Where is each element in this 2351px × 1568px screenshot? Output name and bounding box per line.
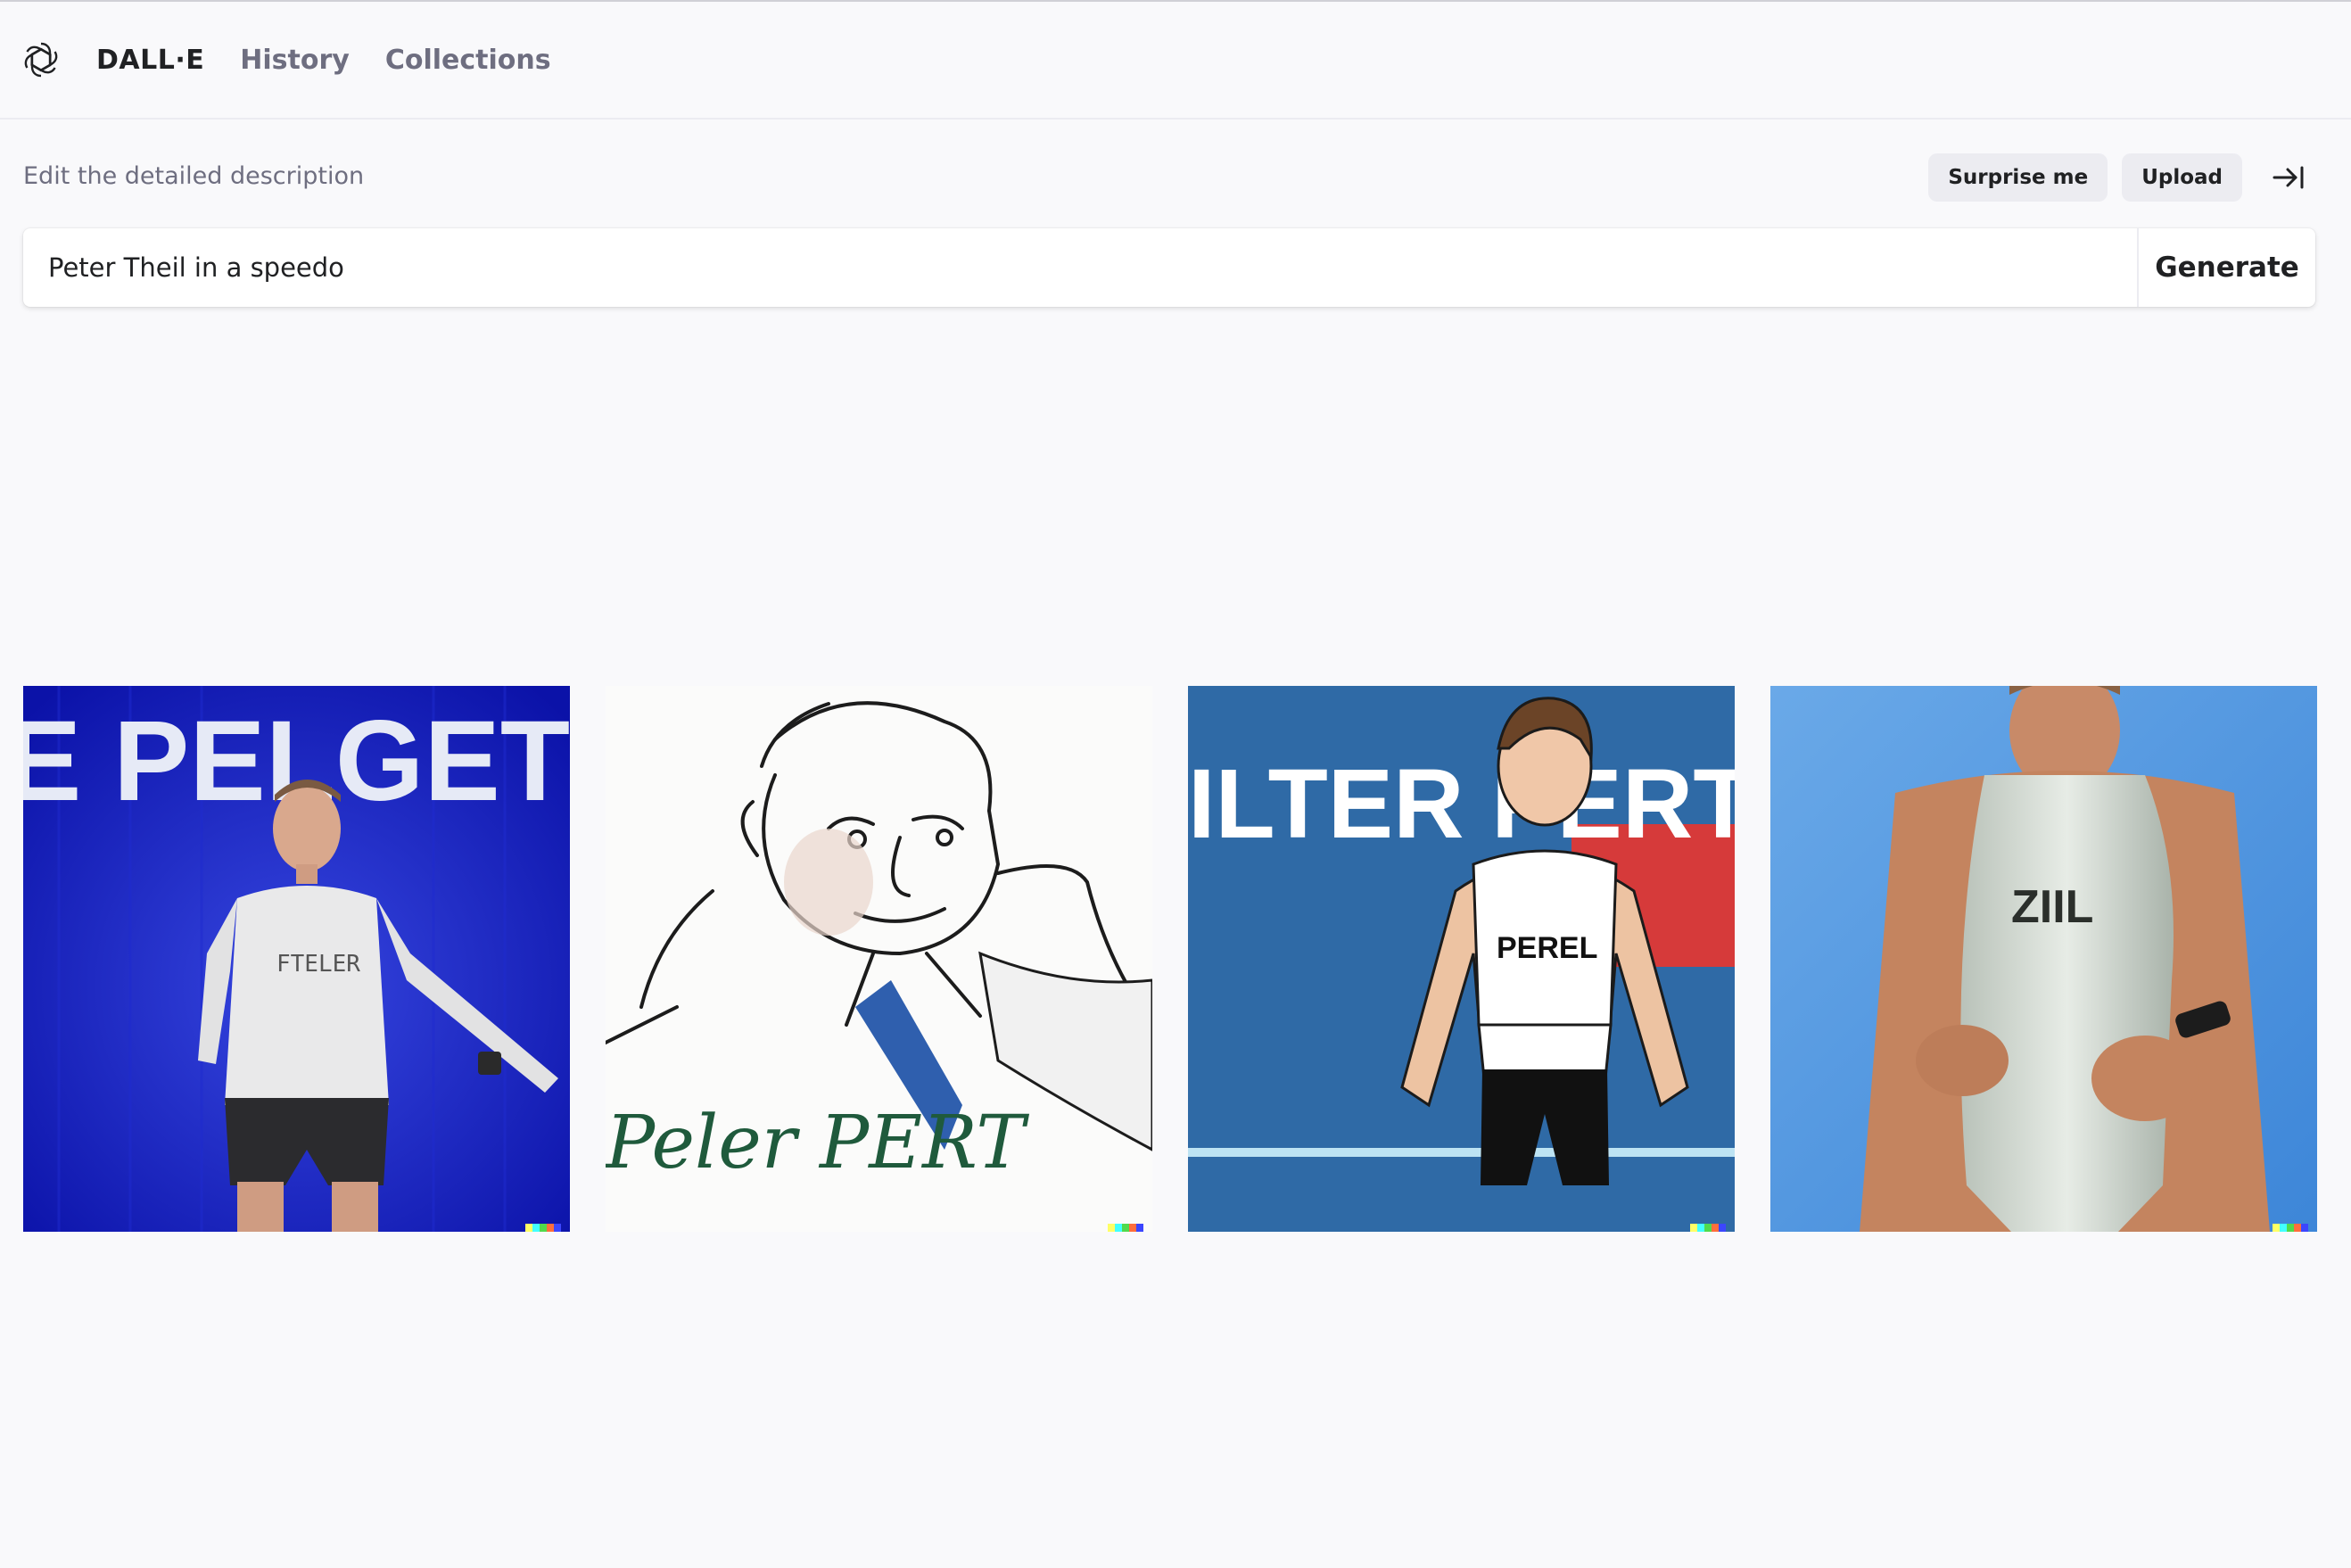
signature-mark [525, 1224, 561, 1232]
results-grid: E PELGET FTELER Peler PERT ILTER PERT PE… [23, 686, 2317, 1232]
result-image-4[interactable]: ZIIL [1770, 686, 2317, 1232]
nav-collections-link[interactable]: Collections [385, 45, 551, 76]
sketch-caption-line: Peler PERT [606, 1101, 1029, 1185]
upload-button[interactable]: Upload [2122, 153, 2242, 202]
signature-mark [1690, 1224, 1726, 1232]
prompt-bar: Generate [23, 228, 2315, 307]
openai-logo-icon[interactable] [21, 40, 61, 79]
prompt-input[interactable] [23, 228, 2137, 307]
shirt-text: PEREL [1497, 931, 1597, 965]
result-image-2[interactable]: Peler PERT [606, 686, 1152, 1232]
prompt-actions: Surprise me Upload [1928, 153, 2314, 202]
arrow-to-right-bar-icon[interactable] [2264, 153, 2314, 202]
top-nav: DALL·E History Collections [0, 0, 2351, 120]
brand-link[interactable]: DALL·E [96, 45, 204, 76]
signature-mark [2273, 1224, 2308, 1232]
result-image-1[interactable]: E PELGET FTELER [23, 686, 570, 1232]
signature-mark [1108, 1224, 1143, 1232]
shirt-text: ZIIL [2011, 881, 2093, 933]
result-image-3[interactable]: ILTER PERT PEREL [1188, 686, 1735, 1232]
prompt-label: Edit the detailed description [23, 162, 365, 190]
sketch-caption: Peler PERT [606, 1101, 1029, 1185]
backdrop-text: ILTER PERT [1188, 749, 1735, 859]
surprise-me-button[interactable]: Surprise me [1928, 153, 2108, 202]
shirt-text: FTELER [276, 951, 360, 978]
generate-button[interactable]: Generate [2137, 228, 2315, 307]
dalle-app: DALL·E History Collections Edit the deta… [0, 0, 2351, 1568]
nav-history-link[interactable]: History [240, 45, 350, 76]
